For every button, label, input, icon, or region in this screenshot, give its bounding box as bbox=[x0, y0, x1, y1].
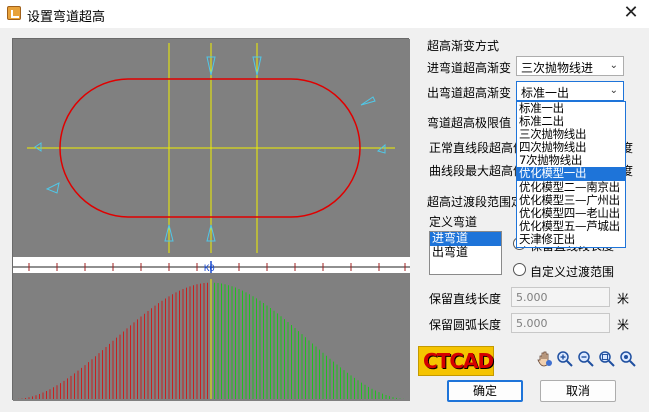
zoom-out-icon[interactable] bbox=[577, 350, 595, 368]
keep-straight-length-label: 保留直线长度 bbox=[429, 292, 502, 306]
pan-hand-icon[interactable] bbox=[536, 350, 554, 368]
chevron-down-icon: ⌄ bbox=[609, 60, 618, 71]
limits-group-title: 弯道超高极限值 bbox=[425, 114, 514, 131]
ctcad-logo: CTCAD bbox=[418, 346, 494, 376]
dropdown-option[interactable]: 优化模型一出 bbox=[517, 167, 625, 181]
list-item[interactable]: 进弯道 bbox=[430, 232, 501, 246]
dropdown-option[interactable]: 优化模型四—老山出 bbox=[517, 207, 625, 220]
dropdown-option[interactable]: 优化模型二—南京出 bbox=[517, 181, 625, 194]
keep-arc-length-input[interactable]: 5.000 bbox=[511, 313, 610, 333]
exit-transition-value: 标准一出 bbox=[521, 86, 570, 100]
window-title: 设置弯道超高 bbox=[27, 10, 106, 25]
zoom-extents-icon[interactable] bbox=[619, 350, 637, 368]
keep-arc-length-label: 保留圆弧长度 bbox=[429, 318, 502, 332]
exit-transition-dropdown[interactable]: 标准一出 标准二出 三次抛物线出 四次抛物线出 7次抛物线出 优化模型一出 优化模型二—南京… bbox=[516, 101, 626, 248]
exit-transition-label: 出弯道超高渐变 bbox=[427, 86, 512, 100]
straight-superelevation-label: 正常直线段超高值 bbox=[429, 141, 526, 155]
list-item[interactable]: 出弯道 bbox=[430, 246, 501, 260]
preview-drawing: K0 bbox=[13, 39, 410, 401]
dropdown-option[interactable]: 优化模型五—芦城出 bbox=[517, 220, 625, 233]
curve-max-superelevation-label: 曲线段最大超高值 bbox=[429, 164, 526, 178]
keep-straight-unit: 米 bbox=[617, 292, 630, 306]
zoom-in-icon[interactable] bbox=[556, 350, 574, 368]
preview-canvas[interactable]: K0 bbox=[12, 38, 410, 401]
cancel-button[interactable]: 取消 bbox=[540, 380, 616, 402]
zoom-window-icon[interactable] bbox=[598, 350, 616, 368]
curve-listbox[interactable]: 进弯道 出弯道 bbox=[429, 231, 502, 275]
dropdown-option[interactable]: 青岛二出弯道 bbox=[517, 246, 625, 247]
ok-button[interactable]: 确定 bbox=[447, 380, 523, 402]
chevron-down-icon: ⌄ bbox=[609, 85, 618, 96]
entry-transition-label: 进弯道超高渐变 bbox=[427, 61, 512, 75]
dropdown-option[interactable]: 优化模型三—广州出 bbox=[517, 194, 625, 207]
logo-text: CTCAD bbox=[423, 349, 494, 373]
station-label: K0 bbox=[204, 264, 215, 274]
keep-straight-length-input[interactable]: 5.000 bbox=[511, 287, 610, 307]
entry-transition-select[interactable]: 三次抛物线进 ⌄ bbox=[516, 56, 624, 76]
close-button[interactable]: ✕ bbox=[613, 0, 649, 28]
entry-transition-value: 三次抛物线进 bbox=[521, 61, 594, 75]
keep-arc-unit: 米 bbox=[617, 318, 630, 332]
app-icon bbox=[7, 6, 21, 20]
custom-range-radio-label: 自定义过渡范围 bbox=[530, 265, 615, 279]
define-curve-label: 定义弯道 bbox=[429, 215, 478, 229]
custom-range-radio[interactable] bbox=[513, 263, 526, 276]
exit-transition-select[interactable]: 标准一出 ⌄ bbox=[516, 81, 624, 101]
transition-mode-group-title: 超高渐变方式 bbox=[425, 37, 502, 54]
title-bar: 设置弯道超高 ✕ bbox=[0, 0, 649, 28]
